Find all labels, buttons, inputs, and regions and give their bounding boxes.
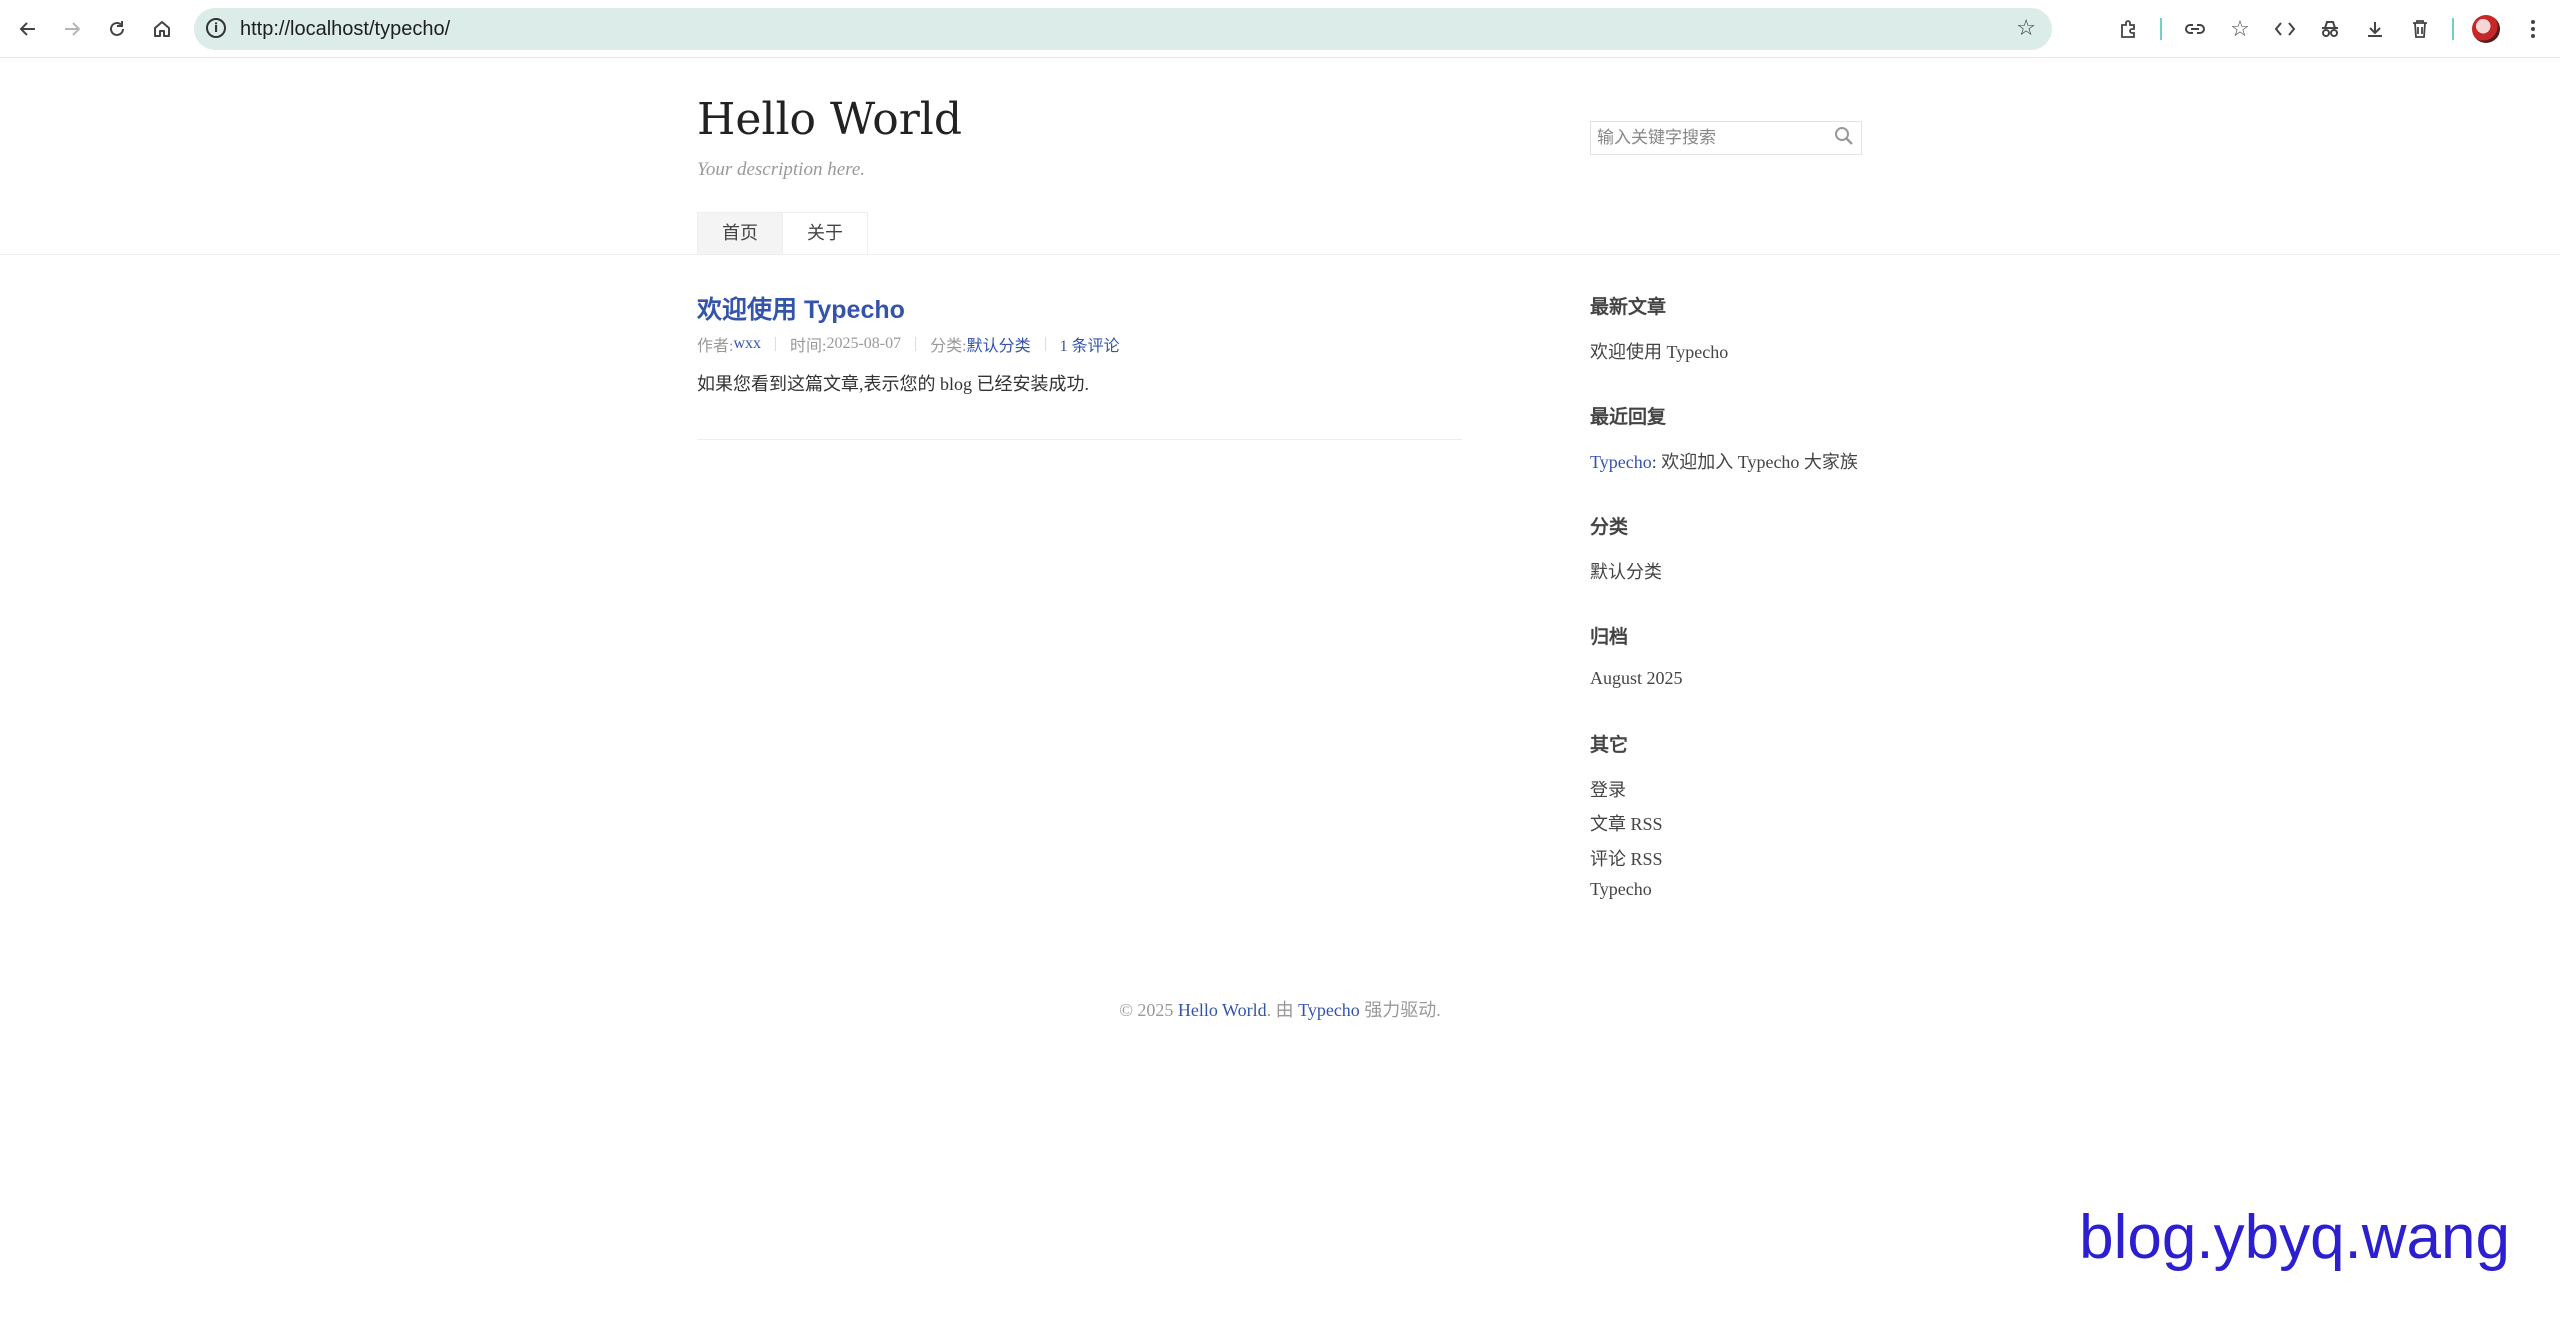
site-info-icon[interactable]: i [206, 18, 226, 38]
widget-title-archives: 归档 [1590, 626, 1629, 648]
footer-typecho-link[interactable]: Typecho [1298, 1000, 1360, 1020]
comments-rss-link[interactable]: 评论 RSS [1590, 845, 1663, 871]
nav-item-about[interactable]: 关于 [783, 212, 868, 254]
address-bar[interactable]: i http://localhost/typecho/ ☆ [194, 8, 2052, 50]
widget-title-categories: 分类 [1590, 516, 1629, 538]
url-text[interactable]: http://localhost/typecho/ [240, 8, 450, 50]
search-input[interactable] [1591, 122, 1827, 154]
site-footer: © 2025 Hello World. 由 Typecho 强力驱动. [0, 996, 2560, 1022]
main-nav: 首页 关于 [697, 212, 868, 255]
footer-copyright: © 2025 [1119, 1000, 1178, 1020]
category-link[interactable]: 默认分类 [967, 332, 1031, 356]
typecho-link[interactable]: Typecho [1590, 879, 1652, 900]
widget-title-other: 其它 [1590, 734, 1629, 756]
post-date: 2025-08-07 [826, 335, 902, 352]
post-title[interactable]: 欢迎使用 Typecho [697, 290, 905, 326]
more-vert-icon[interactable] [2515, 11, 2551, 47]
posts-rss-link[interactable]: 文章 RSS [1590, 810, 1663, 836]
incognito-icon[interactable] [2312, 11, 2348, 47]
post-meta: 作者: wxx 时间: 2025-08-07 分类: 默认分类 1 条评论 [697, 332, 1120, 356]
comment-author-link[interactable]: Typecho [1590, 452, 1652, 472]
bookmark-star-icon[interactable]: ☆ [2016, 8, 2036, 50]
download-icon[interactable] [2357, 11, 2393, 47]
recent-post-link[interactable]: 欢迎使用 Typecho [1590, 338, 1728, 364]
search-form [1590, 121, 1862, 155]
site-header: Hello World Your description here. 首页 关于 [0, 58, 2560, 255]
favorites-icon[interactable]: ☆ [2222, 11, 2258, 47]
footer-site-link[interactable]: Hello World [1178, 1000, 1267, 1020]
meta-divider [915, 337, 917, 351]
category-label: 分类: [930, 338, 967, 355]
footer-text-suffix: 强力驱动. [1359, 1000, 1441, 1020]
home-icon[interactable] [144, 11, 180, 47]
search-icon [1834, 126, 1854, 150]
site-description: Your description here. [697, 159, 866, 180]
category-item-link[interactable]: 默认分类 [1590, 558, 1662, 584]
footer-text: . 由 [1266, 1000, 1299, 1020]
post-item: 欢迎使用 Typecho 作者: wxx 时间: 2025-08-07 分类: … [697, 290, 1462, 440]
comments-link[interactable]: 1 条评论 [1060, 332, 1120, 356]
author-link[interactable]: wxx [733, 335, 761, 353]
link-icon[interactable] [2177, 11, 2213, 47]
login-link[interactable]: 登录 [1590, 776, 1626, 802]
meta-divider [775, 337, 777, 351]
nav-item-home[interactable]: 首页 [697, 212, 783, 254]
reload-icon[interactable] [99, 11, 135, 47]
time-label: 时间: [790, 338, 827, 355]
toolbar-divider [2160, 18, 2162, 40]
comment-text: : 欢迎加入 Typecho 大家族 [1651, 452, 1858, 472]
watermark: blog.ybyq.wang [2079, 1203, 2510, 1272]
code-icon[interactable] [2267, 11, 2303, 47]
browser-toolbar: i http://localhost/typecho/ ☆ ☆ [0, 0, 2560, 58]
recent-comment-item: Typecho: 欢迎加入 Typecho 大家族 [1590, 448, 1858, 474]
profile-avatar[interactable] [2472, 15, 2500, 43]
author-label: 作者: [697, 338, 734, 355]
site-title[interactable]: Hello World [697, 98, 962, 142]
back-arrow-icon[interactable] [10, 11, 46, 47]
search-button[interactable] [1827, 122, 1861, 154]
toolbar-divider [2452, 18, 2454, 40]
widget-title-recent-posts: 最新文章 [1590, 296, 1667, 318]
meta-divider [1044, 337, 1046, 351]
trash-icon[interactable] [2402, 11, 2438, 47]
archive-item-link[interactable]: August 2025 [1590, 668, 1683, 689]
forward-arrow-icon[interactable] [54, 11, 90, 47]
extensions-icon[interactable] [2110, 11, 2146, 47]
post-content: 如果您看到这篇文章,表示您的 blog 已经安装成功. [697, 374, 1089, 394]
widget-title-recent-comments: 最近回复 [1590, 406, 1667, 428]
